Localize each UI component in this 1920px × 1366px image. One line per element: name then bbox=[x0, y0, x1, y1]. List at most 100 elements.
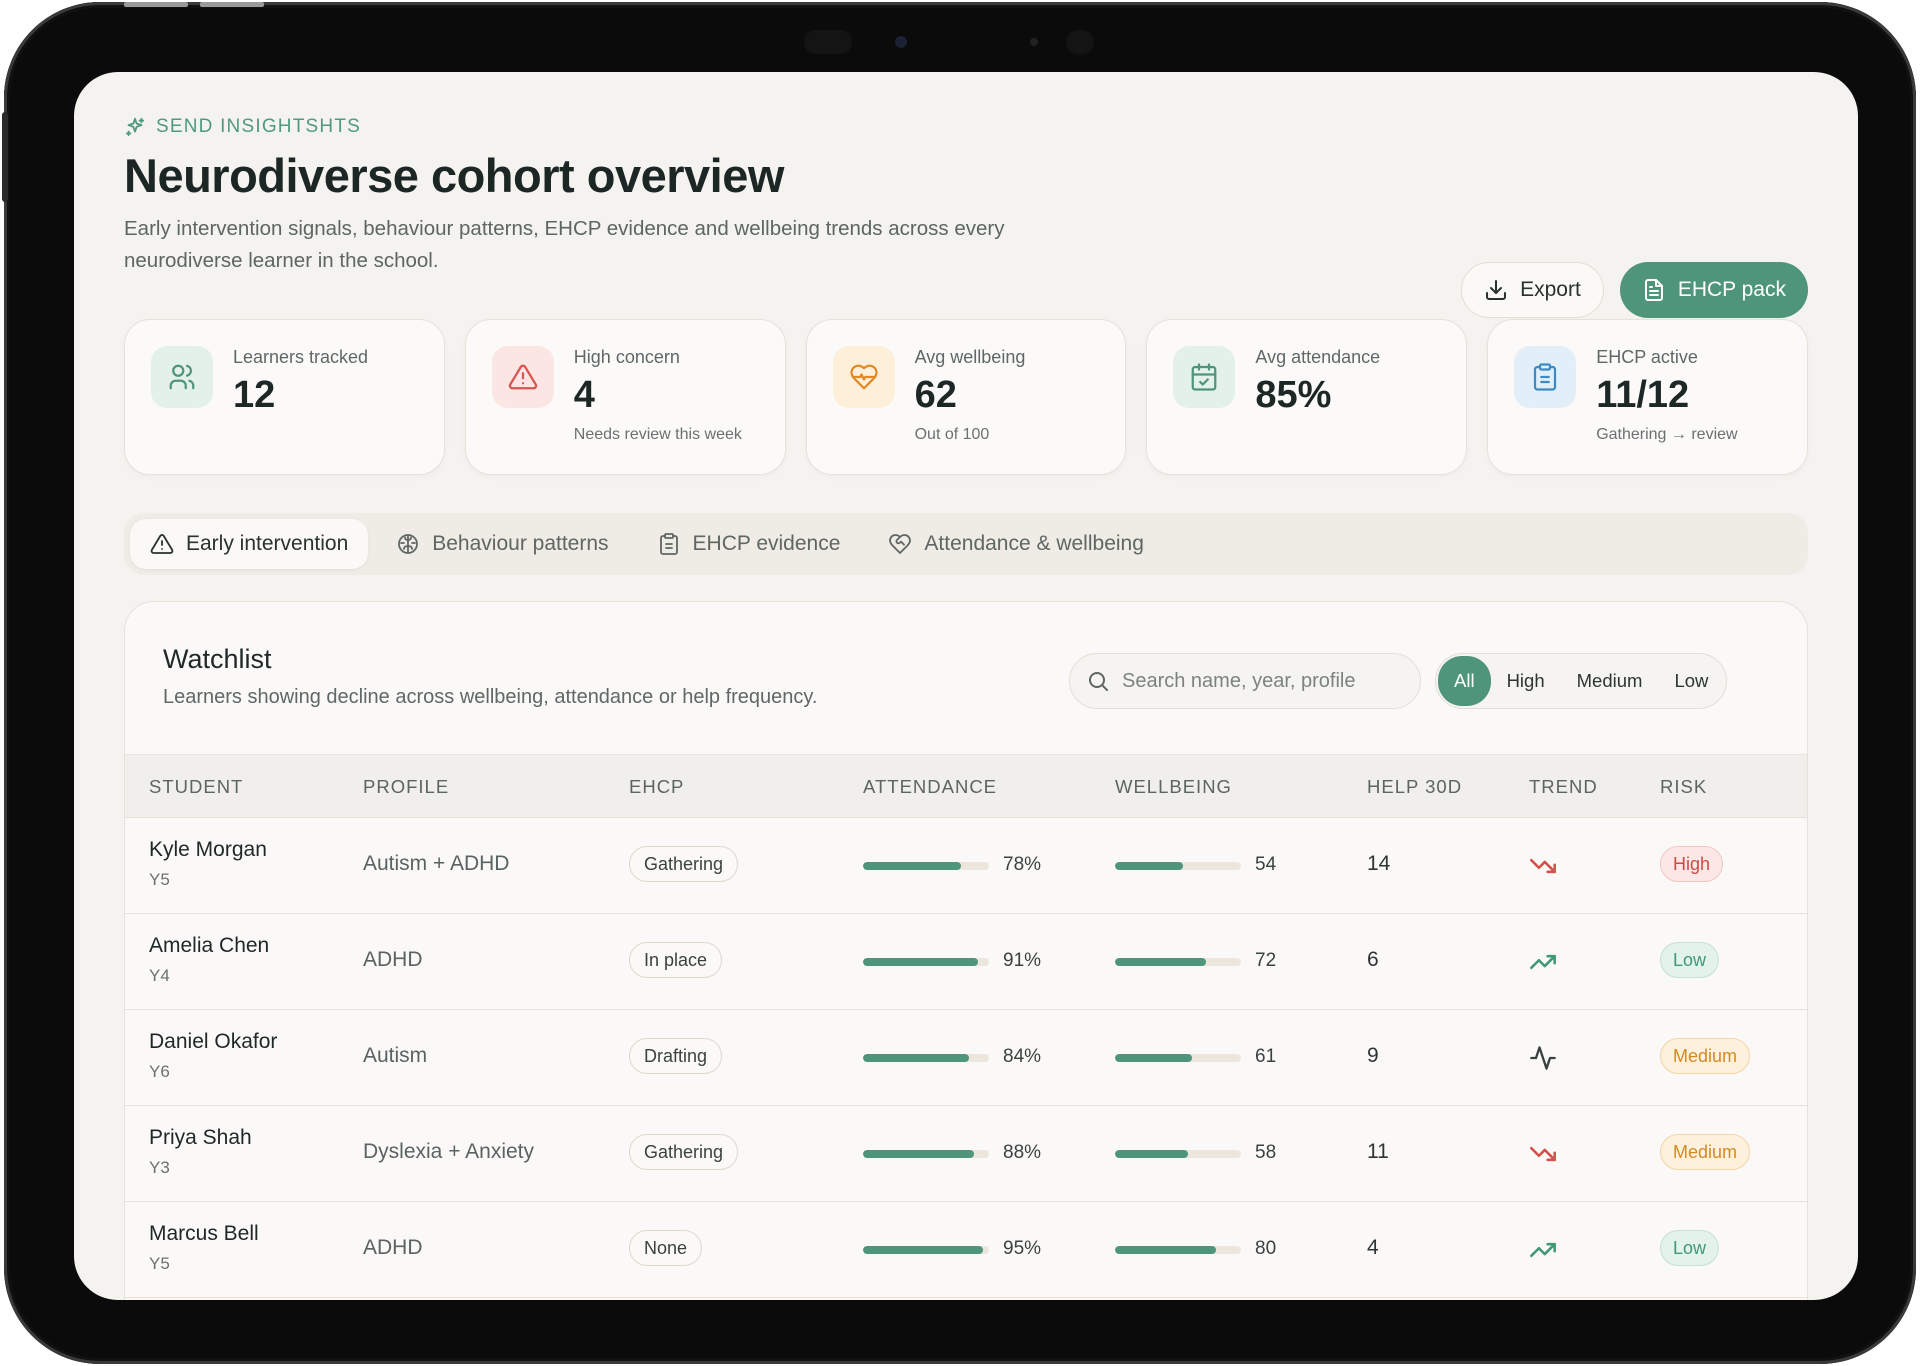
page-subtitle: Early intervention signals, behaviour pa… bbox=[124, 217, 1005, 272]
tab-behaviour-patterns[interactable]: Behaviour patterns bbox=[376, 519, 628, 569]
search-box bbox=[1069, 653, 1421, 709]
alert-triangle-icon bbox=[508, 364, 537, 390]
filter-low[interactable]: Low bbox=[1658, 656, 1724, 706]
trending-up-icon bbox=[1529, 948, 1557, 976]
tablet-frame: SEND INSIGHTSHTS Neurodiverse cohort ove… bbox=[2, 2, 1916, 1364]
table-row[interactable]: Marcus Bell Y5 ADHD None 95% 80 4 Low bbox=[125, 1202, 1807, 1298]
attendance-value: 95% bbox=[1003, 1238, 1042, 1259]
stat-value: 62 bbox=[914, 374, 957, 416]
stat-value: 85% bbox=[1255, 374, 1332, 416]
wellbeing-bar bbox=[1115, 958, 1241, 966]
ehcp-pack-button[interactable]: EHCP pack bbox=[1619, 262, 1808, 318]
ehcp-status-badge: In place bbox=[629, 942, 723, 978]
camera-bar bbox=[804, 30, 1104, 54]
column-header-wellbeing[interactable]: WELLBEING bbox=[1115, 776, 1232, 798]
student-profile: Autism + ADHD bbox=[363, 852, 510, 875]
export-button[interactable]: Export bbox=[1461, 262, 1604, 318]
column-header-attendance[interactable]: ATTENDANCE bbox=[863, 776, 997, 798]
volume-button bbox=[200, 2, 264, 7]
attendance-bar bbox=[863, 862, 989, 870]
ehcp-status-badge: Gathering bbox=[629, 846, 739, 882]
stat-label: Avg wellbeing bbox=[914, 347, 1026, 367]
table-row[interactable]: Priya Shah Y3 Dyslexia + Anxiety Gathering 8… bbox=[125, 1106, 1807, 1202]
column-header-student[interactable]: STUDENT bbox=[149, 776, 243, 798]
tab-ehcp-evidence[interactable]: EHCP evidence bbox=[637, 519, 861, 569]
filter-medium[interactable]: Medium bbox=[1561, 656, 1659, 706]
wellbeing-bar-fill bbox=[1115, 862, 1184, 870]
attendance-bar-fill bbox=[863, 1246, 983, 1254]
camera-icon bbox=[895, 36, 907, 48]
student-year: Y6 bbox=[149, 1062, 170, 1081]
tab-early-intervention[interactable]: Early intervention bbox=[130, 519, 369, 569]
users-icon bbox=[169, 364, 195, 390]
calendar-check-icon bbox=[1192, 363, 1217, 391]
tab-label: Early intervention bbox=[186, 532, 349, 555]
side-button bbox=[2, 112, 8, 202]
risk-badge: Medium bbox=[1660, 1134, 1751, 1170]
tab-attendance-wellbeing[interactable]: Attendance & wellbeing bbox=[868, 519, 1164, 569]
help-count: 11 bbox=[1367, 1140, 1389, 1163]
search-input[interactable] bbox=[1122, 669, 1392, 693]
watchlist-title: Watchlist bbox=[163, 644, 272, 674]
ehcp-status-badge: None bbox=[629, 1230, 703, 1266]
watchlist-subtitle: Learners showing decline across wellbein… bbox=[163, 686, 818, 708]
table-header: STUDENT PROFILE EHCP ATTENDANCE WELLBEIN… bbox=[125, 754, 1807, 818]
stat-value: 4 bbox=[573, 374, 595, 416]
page-content: SEND INSIGHTSHTS Neurodiverse cohort ove… bbox=[124, 116, 1808, 1300]
column-header-trend[interactable]: TREND bbox=[1529, 776, 1598, 798]
stat-note: Needs review this week bbox=[573, 426, 742, 443]
file-text-icon bbox=[1644, 279, 1663, 301]
risk-badge: Low bbox=[1660, 1230, 1720, 1266]
ehcp-status-badge: Drafting bbox=[629, 1038, 723, 1074]
wellbeing-value: 54 bbox=[1255, 854, 1277, 875]
stat-card-high-concern: High concern 4 Needs review this week bbox=[464, 319, 786, 475]
stat-label: EHCP active bbox=[1596, 347, 1698, 367]
tab-bar: Early intervention Behaviour patterns EH… bbox=[124, 513, 1808, 575]
attendance-bar bbox=[863, 1150, 989, 1158]
attendance-bar-fill bbox=[863, 1054, 969, 1062]
table-row[interactable]: Daniel Okafor Y6 Autism Drafting 84% 61 9 Mediu… bbox=[125, 1010, 1807, 1106]
risk-badge: Low bbox=[1660, 942, 1720, 978]
stat-card-ehcp-active: EHCP active 11/12 Gathering → review bbox=[1487, 319, 1808, 475]
tab-label: EHCP evidence bbox=[692, 532, 841, 555]
student-year: Y5 bbox=[149, 870, 170, 889]
ehcp-pack-label: EHCP pack bbox=[1677, 278, 1786, 301]
trending-down-icon bbox=[1529, 852, 1557, 880]
column-header-ehcp[interactable]: EHCP bbox=[629, 776, 684, 798]
table-row[interactable]: Kyle Morgan Y5 Autism + ADHD Gathering 78% 54… bbox=[125, 818, 1807, 914]
attendance-bar-fill bbox=[863, 958, 978, 966]
attendance-value: 88% bbox=[1003, 1142, 1042, 1163]
student-year: Y5 bbox=[149, 1254, 170, 1273]
filter-all[interactable]: All bbox=[1438, 656, 1491, 706]
risk-filter: All High Medium Low bbox=[1435, 653, 1728, 709]
trending-down-icon bbox=[1529, 1140, 1557, 1168]
stat-card-avg-wellbeing: Avg wellbeing 62 Out of 100 bbox=[805, 319, 1127, 475]
trending-up-icon bbox=[1529, 1236, 1557, 1264]
stat-card-avg-attendance: Avg attendance 85% bbox=[1146, 319, 1468, 475]
column-header-profile[interactable]: PROFILE bbox=[363, 776, 449, 798]
page-title: Neurodiverse cohort overview bbox=[124, 149, 784, 202]
table-row[interactable]: Amelia Chen Y4 ADHD In place 91% 72 6 Low bbox=[125, 914, 1807, 1010]
help-count: 6 bbox=[1367, 948, 1379, 971]
clipboard-icon bbox=[659, 533, 678, 555]
stat-value: 12 bbox=[233, 374, 276, 416]
filter-high[interactable]: High bbox=[1491, 656, 1561, 706]
column-header-help[interactable]: HELP 30D bbox=[1367, 776, 1462, 798]
student-profile: Autism bbox=[363, 1044, 428, 1067]
heart-pulse-icon bbox=[849, 364, 878, 390]
student-name: Priya Shah bbox=[149, 1126, 252, 1149]
section-eyebrow: SEND INSIGHTSHTS bbox=[124, 116, 1808, 138]
tab-label: Behaviour patterns bbox=[432, 532, 609, 555]
attendance-bar-fill bbox=[863, 862, 962, 870]
stat-card-learners-tracked: Learners tracked 12 bbox=[124, 319, 445, 475]
sparkle-icon bbox=[125, 117, 145, 137]
wellbeing-bar-fill bbox=[1115, 1054, 1192, 1062]
help-count: 4 bbox=[1367, 1236, 1379, 1259]
attendance-bar bbox=[863, 1246, 989, 1254]
download-icon bbox=[1486, 280, 1507, 300]
wellbeing-value: 58 bbox=[1255, 1142, 1277, 1163]
column-header-risk[interactable]: RISK bbox=[1660, 776, 1707, 798]
attendance-bar bbox=[863, 958, 989, 966]
student-profile: Dyslexia + Anxiety bbox=[363, 1140, 534, 1163]
student-profile: ADHD bbox=[363, 1236, 423, 1259]
